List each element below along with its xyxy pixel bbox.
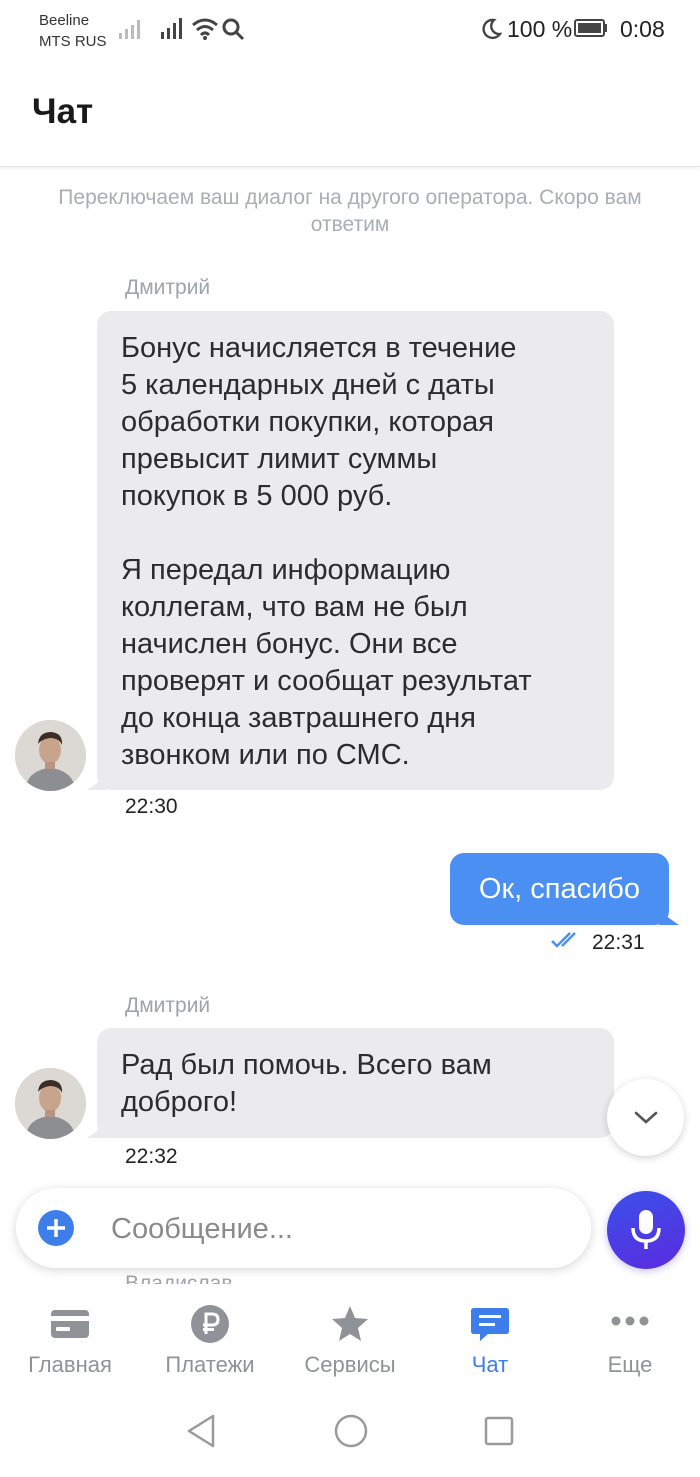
battery-percent: 100 % — [507, 16, 573, 42]
more-icon — [611, 1316, 649, 1326]
message-time: 22:32 — [125, 1145, 178, 1168]
status-time: 0:08 — [620, 16, 665, 42]
scroll-down-button[interactable] — [607, 1079, 684, 1156]
nav-label: Еще — [607, 1352, 653, 1377]
avatar-image — [15, 1068, 86, 1139]
signal-icon — [161, 18, 182, 39]
moon-icon — [482, 18, 502, 40]
carrier-name: MTS RUS — [39, 33, 107, 50]
signal-icon — [119, 20, 140, 39]
nav-item-services[interactable]: Сервисы — [280, 1285, 420, 1395]
nav-label: Чат — [471, 1352, 509, 1377]
voice-message-button[interactable] — [607, 1191, 685, 1269]
page-title: Чат — [32, 92, 94, 131]
message-text: Рад был помочь. Всего вам доброго! — [121, 1049, 492, 1118]
nav-item-chat[interactable]: Чат — [420, 1285, 560, 1395]
avatar-image — [15, 720, 86, 791]
message-time: 22:30 — [125, 795, 178, 818]
message-composer — [16, 1188, 591, 1268]
message-sender: Дмитрий — [125, 276, 211, 299]
card-icon — [51, 1310, 89, 1338]
microphone-icon — [631, 1210, 661, 1249]
message-sender: Дмитрий — [125, 994, 211, 1017]
home-icon[interactable] — [334, 1414, 368, 1448]
carrier-info: Beeline MTS RUS — [39, 10, 107, 52]
status-bar: Beeline MTS RUS 100 % 0:08 — [0, 0, 700, 62]
recent-apps-icon[interactable] — [484, 1416, 514, 1446]
nav-label: Главная — [28, 1352, 112, 1377]
app-header: Чат — [0, 62, 700, 167]
attach-plus-icon[interactable] — [38, 1210, 74, 1246]
system-nav-bar — [0, 1395, 700, 1477]
incoming-message: Рад был помочь. Всего вам доброго! — [97, 1028, 614, 1138]
incoming-message: Бонус начисляется в течение 5 календарны… — [97, 311, 614, 790]
message-input[interactable] — [109, 1206, 573, 1252]
battery-icon — [574, 19, 607, 37]
nav-label: Сервисы — [304, 1352, 396, 1377]
wifi-icon — [192, 18, 218, 40]
message-sender: Владислав — [125, 1272, 233, 1284]
chat-icon — [471, 1308, 509, 1341]
nav-item-more[interactable]: Еще — [560, 1285, 700, 1395]
avatar[interactable] — [15, 720, 86, 791]
back-icon[interactable] — [186, 1414, 216, 1448]
message-text: Я передал информацию коллегам, что вам н… — [121, 554, 532, 771]
nav-label: Платежи — [165, 1352, 255, 1377]
bottom-nav: Главная Платежи Сервисы Чат Еще — [0, 1285, 700, 1395]
outgoing-message: Ок, спасибо — [450, 853, 669, 925]
nav-item-home[interactable]: Главная — [0, 1285, 140, 1395]
ruble-icon — [191, 1305, 229, 1343]
nav-item-payments[interactable]: Платежи — [140, 1285, 280, 1395]
chevron-down-icon — [634, 1111, 657, 1124]
message-time: 22:31 — [592, 931, 645, 954]
read-check-icon — [551, 932, 576, 948]
message-text: Бонус начисляется в течение 5 календарны… — [121, 332, 517, 512]
carrier-name: Beeline — [39, 12, 90, 29]
search-icon — [222, 18, 245, 41]
system-note: Переключаем ваш диалог на другого операт… — [58, 186, 642, 236]
star-icon — [332, 1306, 368, 1341]
avatar[interactable] — [15, 1068, 86, 1139]
